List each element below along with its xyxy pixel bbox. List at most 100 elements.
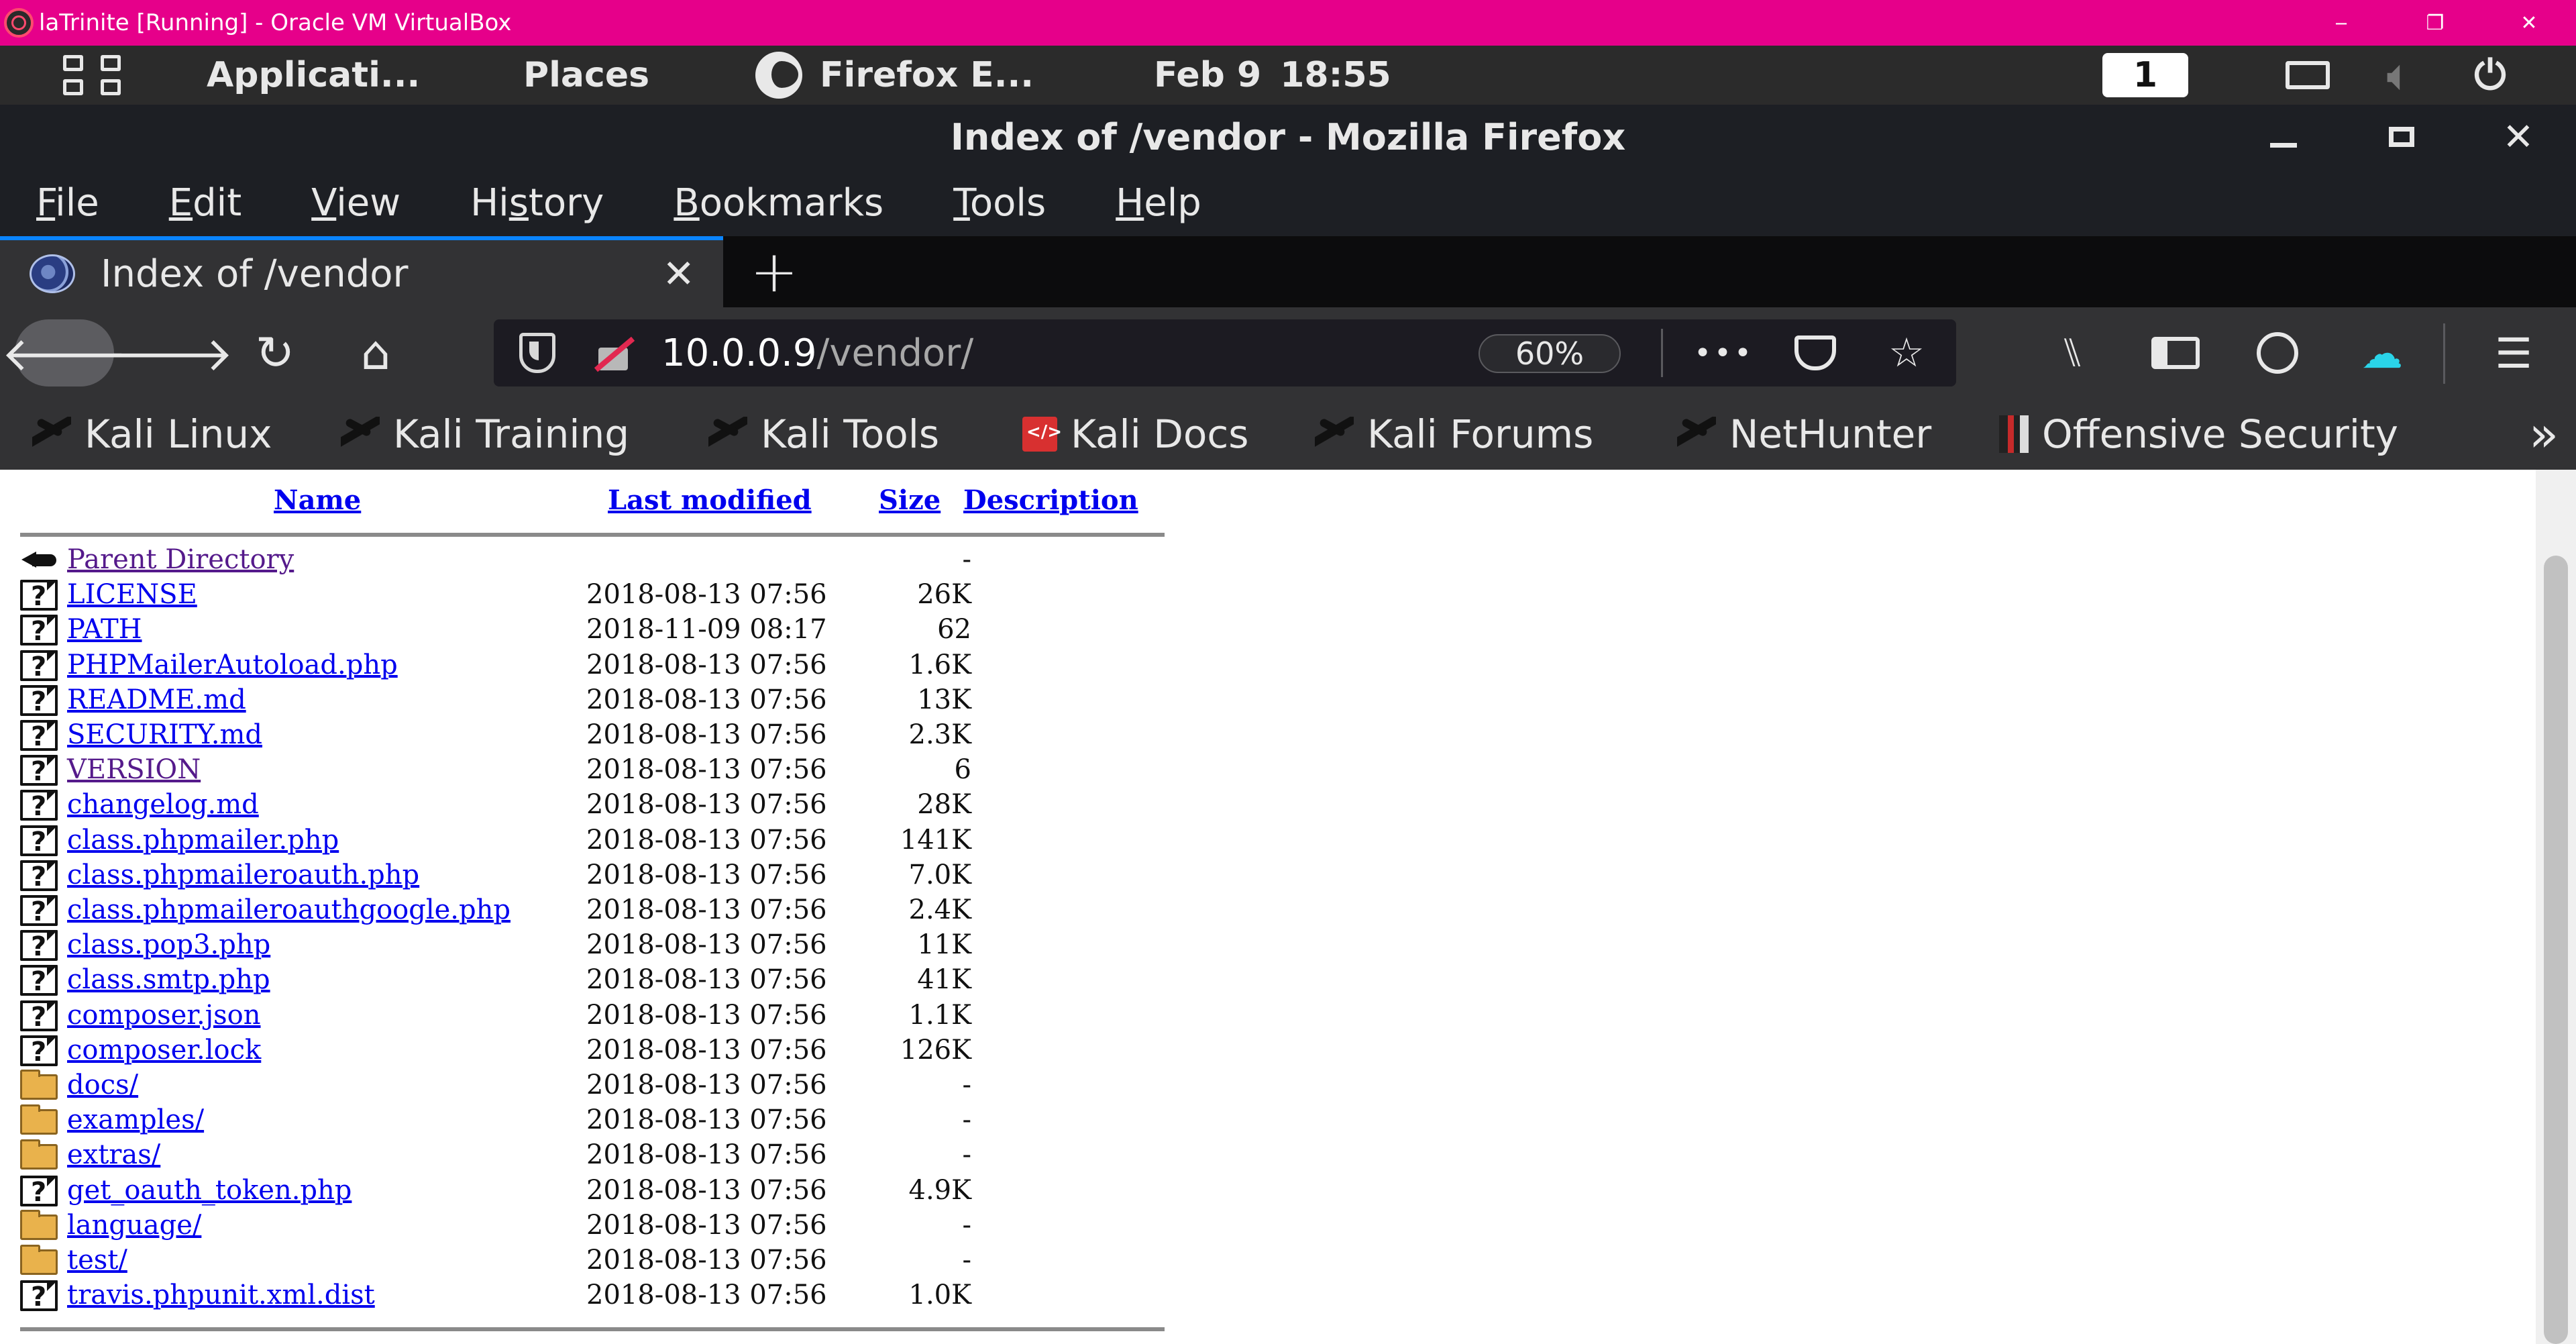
- clock-date: Feb 9: [1154, 55, 1262, 95]
- header-description-link[interactable]: Description: [963, 484, 1138, 516]
- file-link[interactable]: PHPMailerAutoload.php: [67, 648, 398, 682]
- menu-item[interactable]: Help: [1116, 181, 1201, 225]
- library-icon[interactable]: ⑊: [2035, 319, 2109, 386]
- bookmark-item[interactable]: Kali Docs: [1022, 399, 1248, 470]
- url-text[interactable]: 10.0.0.9/vendor/: [661, 331, 973, 375]
- header-name-link[interactable]: Name: [274, 484, 361, 516]
- folder-icon: [20, 1209, 58, 1240]
- menu-item[interactable]: Bookmarks: [674, 181, 883, 225]
- listing-row: changelog.md 2018-08-13 07:56 28K: [20, 787, 1165, 822]
- virtualbox-app-icon: [4, 8, 34, 38]
- file-link[interactable]: extras/: [67, 1137, 160, 1172]
- bookmark-item[interactable]: Kali Tools: [708, 399, 939, 470]
- file-link[interactable]: class.phpmaileroauth.php: [67, 858, 419, 892]
- header-size-link[interactable]: Size: [879, 484, 941, 516]
- file-link[interactable]: VERSION: [67, 752, 201, 787]
- pocket-icon[interactable]: [1782, 319, 1849, 386]
- file-size: 2.3K: [908, 719, 972, 750]
- ff-close-icon[interactable]: ✕: [2478, 105, 2559, 169]
- listing-row: Parent Directory -: [20, 542, 1165, 577]
- last-modified: 2018-11-09 08:17: [586, 614, 827, 645]
- bookmark-star-icon[interactable]: ☆: [1873, 319, 1940, 386]
- bookmark-item[interactable]: Kali Linux: [32, 399, 272, 470]
- folder-icon: [20, 1070, 58, 1100]
- file-link[interactable]: composer.lock: [67, 1033, 261, 1068]
- tab-close-icon[interactable]: ✕: [662, 251, 695, 297]
- activities-button[interactable]: [62, 46, 122, 105]
- page-scrollbar[interactable]: [2536, 470, 2576, 1344]
- file-link[interactable]: Parent Directory: [67, 542, 294, 577]
- hamburger-menu-icon[interactable]: ☰: [2477, 319, 2551, 386]
- zoom-reset-button[interactable]: 60%: [1479, 334, 1621, 373]
- file-link[interactable]: changelog.md: [67, 787, 259, 822]
- insecure-lock-icon[interactable]: [593, 334, 633, 372]
- tracking-shield-icon[interactable]: [519, 333, 555, 373]
- file-link[interactable]: SECURITY.md: [67, 717, 262, 752]
- file-link[interactable]: LICENSE: [67, 577, 197, 612]
- workspace-indicator[interactable]: 1: [2102, 46, 2188, 105]
- file-link[interactable]: language/: [67, 1208, 201, 1243]
- file-link[interactable]: README.md: [67, 682, 246, 717]
- address-bar[interactable]: 10.0.0.9/vendor/ 60% ••• ☆: [494, 319, 1956, 386]
- new-tab-button[interactable]: +: [750, 236, 798, 307]
- reload-button[interactable]: ↻: [241, 319, 309, 386]
- unknown-file-icon: [20, 684, 58, 717]
- file-link[interactable]: class.pop3.php: [67, 927, 270, 962]
- account-icon[interactable]: [2241, 319, 2314, 386]
- bookmark-item[interactable]: NetHunter: [1677, 399, 1931, 470]
- unknown-file-icon: [20, 1175, 58, 1208]
- active-app-menu[interactable]: Firefox E...: [755, 46, 1034, 105]
- file-link[interactable]: class.phpmaileroauthgoogle.php: [67, 892, 511, 927]
- unknown-file-icon: [20, 720, 58, 752]
- tab-index-of-vendor[interactable]: Index of /vendor ✕: [0, 236, 723, 307]
- last-modified: 2018-08-13 07:56: [586, 719, 827, 750]
- listing-row: get_oauth_token.php 2018-08-13 07:56 4.9K: [20, 1173, 1165, 1208]
- home-button[interactable]: ⌂: [342, 319, 409, 386]
- bookmark-item[interactable]: Kali Forums: [1315, 399, 1593, 470]
- file-link[interactable]: travis.phpunit.xml.dist: [67, 1278, 375, 1312]
- firefox-sync-icon[interactable]: ☁: [2345, 319, 2419, 386]
- menu-item[interactable]: View: [311, 181, 400, 225]
- screen-icon[interactable]: [2281, 46, 2334, 105]
- menu-item[interactable]: History: [470, 181, 604, 225]
- ff-maximize-icon[interactable]: [2361, 105, 2442, 169]
- clock[interactable]: Feb 9 18:55: [1154, 46, 1391, 105]
- file-link[interactable]: examples/: [67, 1102, 204, 1137]
- file-link[interactable]: test/: [67, 1243, 127, 1278]
- ff-minimize-icon[interactable]: [2243, 105, 2324, 169]
- file-link[interactable]: docs/: [67, 1068, 138, 1102]
- listing-row: SECURITY.md 2018-08-13 07:56 2.3K: [20, 717, 1165, 752]
- file-size: -: [962, 1139, 971, 1171]
- file-link[interactable]: PATH: [67, 612, 142, 647]
- restore-icon[interactable]: ❐: [2388, 0, 2482, 46]
- file-size: -: [962, 1070, 971, 1100]
- places-menu[interactable]: Places: [523, 46, 649, 105]
- last-modified: 2018-08-13 07:56: [586, 964, 827, 996]
- bookmark-item[interactable]: Kali Training: [341, 399, 629, 470]
- back-button[interactable]: 🡐: [1, 319, 127, 386]
- last-modified: 2018-08-13 07:56: [586, 1280, 827, 1311]
- file-link[interactable]: get_oauth_token.php: [67, 1173, 352, 1208]
- unknown-file-icon: [20, 965, 58, 997]
- sidebar-toggle-icon[interactable]: [2139, 319, 2212, 386]
- menu-item[interactable]: Edit: [169, 181, 241, 225]
- file-link[interactable]: class.smtp.php: [67, 962, 270, 997]
- applications-menu[interactable]: Applicati...: [207, 46, 420, 105]
- bookmarks-overflow-icon[interactable]: »: [2529, 399, 2559, 470]
- minimize-icon[interactable]: ‒: [2294, 0, 2388, 46]
- parent-directory-icon: [20, 548, 58, 570]
- menu-item[interactable]: Tools: [953, 181, 1046, 225]
- power-icon[interactable]: ⏻: [2463, 46, 2517, 105]
- bookmark-item[interactable]: Offensive Security: [1999, 399, 2398, 470]
- header-last-modified-link[interactable]: Last modified: [608, 484, 812, 516]
- menu-item[interactable]: File: [36, 181, 99, 225]
- toolbar-separator: [2443, 323, 2445, 384]
- page-actions-icon[interactable]: •••: [1690, 319, 1758, 386]
- file-link[interactable]: composer.json: [67, 998, 261, 1033]
- volume-icon[interactable]: 🔈︎: [2372, 46, 2426, 105]
- forward-button[interactable]: 🡒: [107, 319, 233, 386]
- file-link[interactable]: class.phpmailer.php: [67, 823, 339, 858]
- unknown-file-icon: [20, 580, 58, 612]
- close-icon[interactable]: ✕: [2482, 0, 2576, 46]
- scrollbar-thumb[interactable]: [2544, 556, 2568, 1344]
